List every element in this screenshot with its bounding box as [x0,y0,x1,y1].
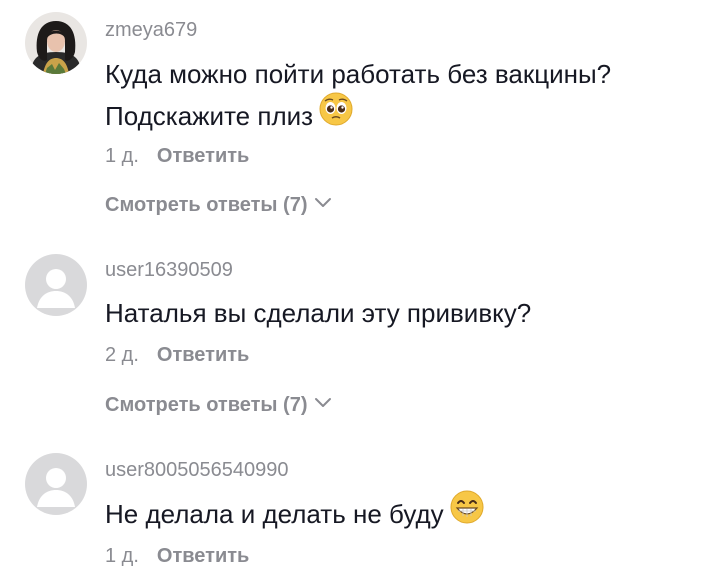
comment-time: 2 д. [105,344,139,366]
comment-meta: 1 д. Ответить [105,145,249,168]
avatar[interactable] [25,254,87,316]
comment-text-line: Куда можно пойти работать без вакцины? [105,59,612,89]
comment-username[interactable]: user16390509 [105,259,233,282]
comment-text-line: Подскажите плиз [105,92,611,141]
view-replies-label: Смотреть ответы (7) [105,194,308,216]
reply-button[interactable]: Ответить [157,145,249,167]
grinning-face-emoji-icon [450,490,484,536]
comment-meta: 2 д. Ответить [105,344,249,367]
comment-text-line: Наталья вы сделали эту прививку? [105,298,532,328]
comment-time: 1 д. [105,545,139,567]
view-replies-button[interactable]: Смотреть ответы (7) [105,194,332,217]
comment-text: Наталья вы сделали эту прививку? [105,292,531,334]
comment-text-part: Не делала и делать не буду [105,499,444,529]
comment-username[interactable]: user8005056540990 [105,459,289,482]
chevron-down-icon [314,392,332,415]
comment-text-part: Подскажите плиз [105,101,314,131]
comment-text: Куда можно пойти работать без вакцины? П… [105,53,611,141]
view-replies-label: Смотреть ответы (7) [105,394,308,416]
avatar[interactable] [25,453,87,515]
chevron-down-icon [314,192,332,215]
comment-text: Не делала и делать не буду [105,490,484,539]
pleading-face-emoji-icon [319,92,353,138]
reply-button[interactable]: Ответить [157,545,249,567]
comment-username[interactable]: zmeya679 [105,19,197,42]
view-replies-button[interactable]: Смотреть ответы (7) [105,394,332,417]
reply-button[interactable]: Ответить [157,344,249,366]
comment-text-line: Не делала и делать не буду [105,490,484,539]
avatar[interactable] [25,12,87,74]
default-avatar-icon [25,254,87,316]
comment-meta: 1 д. Ответить [105,545,249,568]
default-avatar-icon [25,453,87,515]
user-photo-icon [25,12,87,74]
comment-time: 1 д. [105,145,139,167]
